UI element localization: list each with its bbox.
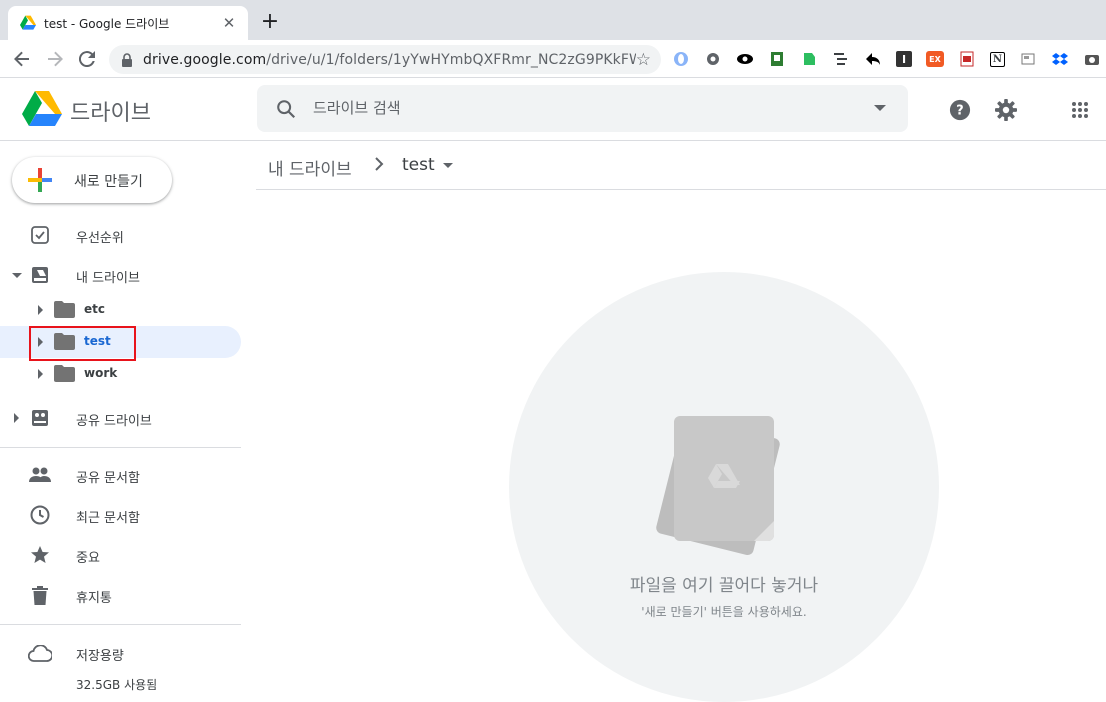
people-icon — [28, 463, 52, 487]
new-tab-button[interactable]: + — [258, 10, 282, 34]
extensions-bar: I EX N — [672, 49, 1106, 69]
sidebar-item-label: 공유 문서함 — [76, 471, 140, 486]
google-drive-favicon-icon — [20, 15, 36, 30]
browser-toolbar: drive.google.com/drive/u/1/folders/1yYwH… — [0, 40, 1106, 78]
star-icon — [28, 543, 52, 567]
priority-check-icon — [28, 223, 52, 247]
cloud-icon — [28, 641, 52, 665]
annotation-highlight-box — [29, 326, 136, 361]
empty-state-subtitle: '새로 만들기' 버튼을 사용하세요. — [641, 605, 807, 619]
breadcrumb: 내 드라이브 test — [256, 141, 1106, 190]
settings-gear-icon[interactable] — [994, 98, 1018, 122]
eye-icon[interactable] — [736, 50, 754, 68]
new-button-label: 새로 만들기 — [74, 174, 143, 190]
folder-label: work — [84, 366, 118, 380]
clock-icon — [28, 503, 52, 527]
reload-icon[interactable] — [75, 47, 99, 71]
sidebar-divider — [0, 624, 241, 625]
folder-item-work[interactable]: work — [0, 358, 241, 390]
folder-menu-caret-icon[interactable] — [443, 163, 453, 168]
reply-icon[interactable] — [864, 50, 882, 68]
shared-drives-icon — [28, 406, 52, 430]
folder-label: etc — [84, 302, 105, 316]
search-bar[interactable] — [257, 85, 908, 132]
expand-caret-icon[interactable] — [38, 305, 43, 315]
outline-icon[interactable] — [832, 50, 850, 68]
empty-folder-illustration-icon — [656, 416, 780, 556]
browser-tab[interactable]: test - Google 드라이브 ✕ — [8, 6, 248, 40]
folder-item-etc[interactable]: etc — [0, 294, 241, 326]
url-path: /drive/u/1/folders/1yYwHYmbQXFRmr_NC2zG9… — [266, 51, 636, 68]
storage-used-text: 32.5GB 사용됨 — [76, 678, 158, 692]
ex-icon[interactable]: EX — [926, 51, 944, 67]
sidebar-item-starred[interactable]: 중요 — [0, 539, 241, 571]
sidebar-item-recent[interactable]: 최근 문서함 — [0, 499, 241, 531]
sidebar-item-label: 내 드라이브 — [76, 271, 140, 286]
chevron-right-icon — [375, 157, 384, 171]
address-bar[interactable]: drive.google.com/drive/u/1/folders/1yYwH… — [109, 45, 661, 74]
search-input[interactable] — [313, 97, 813, 119]
sidebar-divider — [0, 447, 241, 448]
forward-arrow-icon[interactable] — [43, 47, 67, 71]
lock-icon — [122, 52, 132, 67]
breadcrumb-current-folder[interactable]: test — [402, 155, 435, 175]
instapaper-label: I — [901, 52, 907, 66]
opera-icon[interactable] — [672, 50, 690, 68]
notion-icon[interactable]: N — [990, 51, 1005, 67]
sidebar-item-label: 저장용량 — [76, 649, 124, 664]
sidebar-item-storage[interactable]: 저장용량 — [0, 637, 241, 669]
sidebar-item-trash[interactable]: 휴지통 — [0, 579, 241, 611]
grammarly-icon[interactable] — [768, 50, 786, 68]
screen-icon[interactable] — [1019, 50, 1037, 68]
help-icon[interactable]: ? — [948, 98, 972, 122]
sidebar-item-shared-drives[interactable]: 공유 드라이브 — [0, 402, 241, 434]
breadcrumb-my-drive[interactable]: 내 드라이브 — [268, 155, 352, 180]
main-content: 내 드라이브 test 파일을 여기 끌어다 놓거나 '새로 만들기' 버튼을 … — [256, 141, 1106, 702]
sidebar-item-label: 중요 — [76, 551, 100, 566]
tab-title: test - Google 드라이브 — [44, 16, 170, 31]
instapaper-icon[interactable]: I — [896, 51, 912, 67]
back-arrow-icon[interactable] — [10, 47, 34, 71]
ex-label: EX — [929, 54, 941, 64]
folder-icon — [54, 301, 75, 318]
google-drive-logo-icon[interactable] — [22, 91, 62, 127]
expand-caret-icon[interactable] — [14, 413, 19, 423]
search-icon[interactable] — [275, 98, 297, 120]
product-name[interactable]: 드라이브 — [70, 95, 151, 127]
camera-icon[interactable] — [1083, 50, 1101, 68]
sidebar-item-priority[interactable]: 우선순위 — [0, 219, 241, 251]
pdf-icon[interactable] — [958, 50, 976, 68]
empty-state-title: 파일을 여기 끌어다 놓거나 — [629, 576, 819, 596]
sidebar-item-my-drive[interactable]: 내 드라이브 — [0, 259, 241, 291]
svg-text:?: ? — [956, 104, 963, 119]
sidebar-item-label: 휴지통 — [76, 591, 112, 606]
tab-close-icon[interactable]: ✕ — [220, 14, 238, 32]
collapse-caret-icon[interactable] — [12, 273, 22, 278]
trash-icon — [28, 583, 52, 607]
sidebar-item-label: 공유 드라이브 — [76, 414, 152, 429]
drive-header: 드라이브 ? — [0, 78, 1106, 141]
sidebar: 새로 만들기 우선순위 내 드라이브 etc test work 공유 드라이브… — [0, 141, 256, 700]
sidebar-item-shared-with-me[interactable]: 공유 문서함 — [0, 459, 241, 491]
browser-tab-strip: test - Google 드라이브 ✕ + — [0, 0, 1106, 40]
search-options-caret-icon[interactable] — [874, 105, 886, 111]
expand-caret-icon[interactable] — [38, 369, 43, 379]
sidebar-item-label: 최근 문서함 — [76, 511, 140, 526]
folder-icon — [54, 365, 75, 382]
apps-grid-icon[interactable] — [1068, 98, 1092, 122]
bookmark-star-icon[interactable]: ☆ — [636, 50, 651, 70]
dropbox-icon[interactable] — [1051, 50, 1069, 68]
gear-ext-icon[interactable] — [704, 50, 722, 68]
sidebar-item-label: 우선순위 — [76, 231, 124, 246]
evernote-icon[interactable] — [800, 50, 818, 68]
new-button[interactable]: 새로 만들기 — [12, 157, 172, 203]
my-drive-icon — [28, 263, 52, 287]
plus-icon — [28, 168, 52, 192]
url-text: drive.google.com/drive/u/1/folders/1yYwH… — [143, 52, 636, 68]
notion-label: N — [992, 53, 1003, 65]
url-host: drive.google.com — [143, 51, 267, 68]
